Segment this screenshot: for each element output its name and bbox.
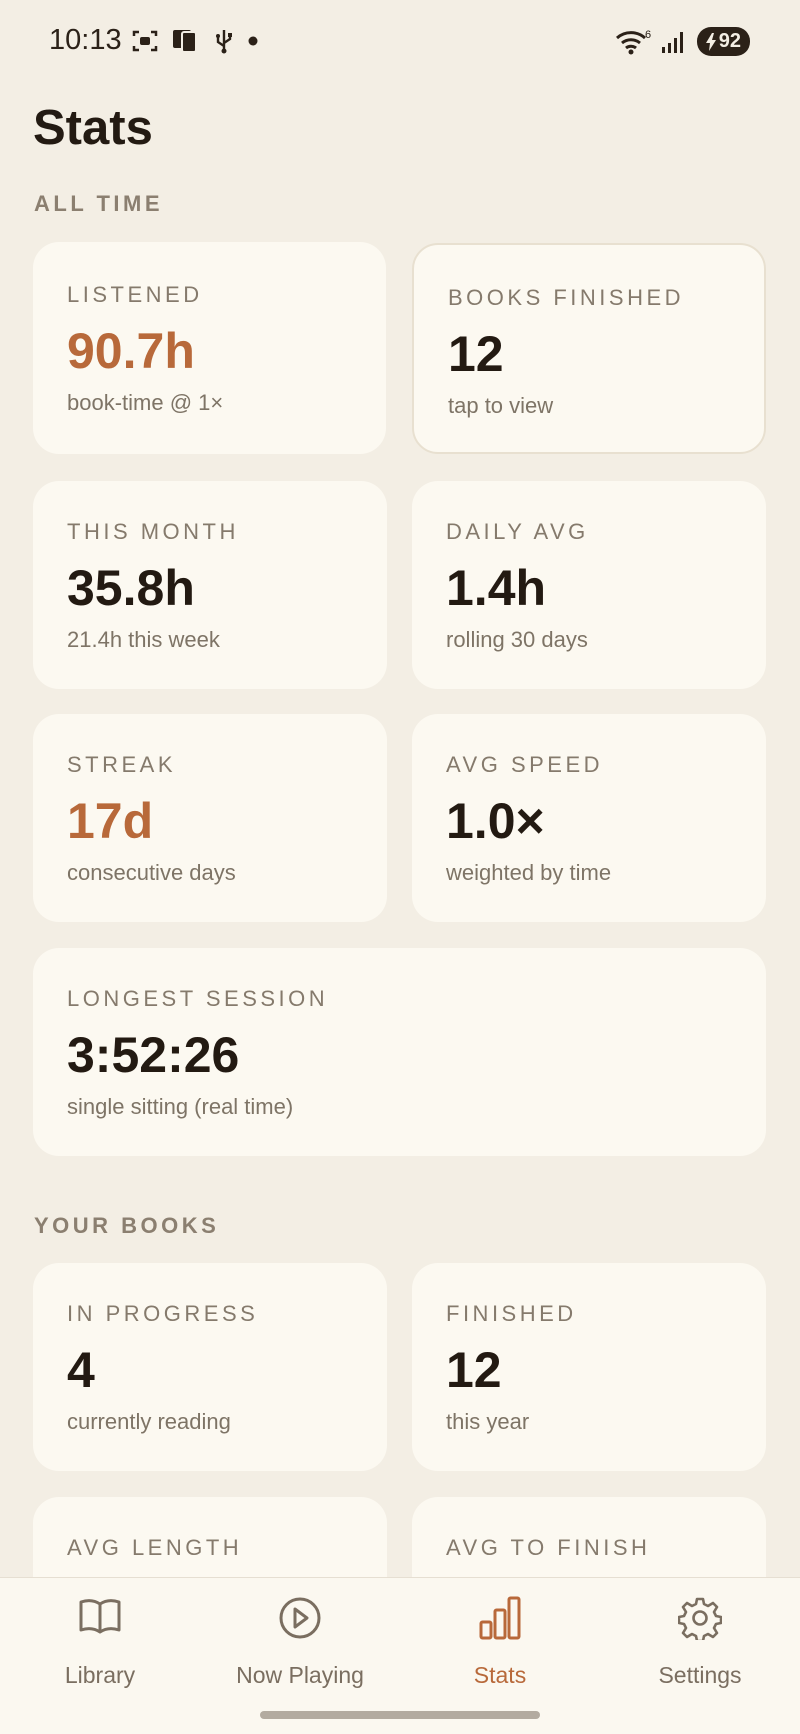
card-label: STREAK xyxy=(67,752,177,777)
card-label: AVG SPEED xyxy=(446,752,604,777)
usb-icon xyxy=(216,30,232,54)
card-subtitle: 21.4h this week xyxy=(67,627,220,652)
status-notification-icons xyxy=(132,28,258,54)
notification-dot-icon xyxy=(248,36,258,46)
nav-item-library[interactable]: Library xyxy=(0,1578,200,1698)
card-value: 1.4h xyxy=(446,560,547,616)
nav-label: Now Playing xyxy=(236,1662,364,1688)
card-value: 35.8h xyxy=(67,560,195,616)
page-title: Stats xyxy=(33,101,153,155)
card-label: IN PROGRESS xyxy=(67,1301,259,1326)
screenshot-icon xyxy=(132,30,158,52)
card-value: 4 xyxy=(67,1342,95,1398)
card-label: AVG TO FINISH xyxy=(446,1535,651,1560)
card-subtitle: book-time @ 1× xyxy=(67,390,224,415)
nav-item-stats[interactable]: Stats xyxy=(400,1578,600,1698)
card-value: 90.7h xyxy=(67,323,195,379)
wifi-icon: 6 xyxy=(615,29,651,54)
section-label-your-books: YOUR BOOKS xyxy=(34,1213,220,1238)
card-subtitle: consecutive days xyxy=(67,860,236,885)
battery-indicator: 92 xyxy=(696,27,750,56)
section-label-all-time: ALL TIME xyxy=(34,191,164,216)
card-value: 3:52:26 xyxy=(67,1027,240,1083)
card-value: 12 xyxy=(446,1342,502,1398)
stat-card-listened: LISTENED 90.7h book-time @ 1× xyxy=(33,242,386,454)
nav-label: Stats xyxy=(473,1662,527,1688)
charging-bolt-icon xyxy=(705,32,716,51)
nav-item-now-playing[interactable]: Now Playing xyxy=(200,1578,400,1698)
status-bar: 10:13 6 92 xyxy=(0,0,800,88)
nav-item-settings[interactable]: Settings xyxy=(600,1578,800,1698)
stat-card-longest-session: LONGEST SESSION 3:52:26 single sitting (… xyxy=(33,948,766,1156)
card-subtitle: this year xyxy=(446,1409,530,1434)
stat-card-in-progress: IN PROGRESS 4 currently reading xyxy=(33,1263,387,1471)
stat-card-finished: FINISHED 12 this year xyxy=(412,1263,766,1471)
phone-icon xyxy=(173,30,197,53)
card-value: 12 xyxy=(448,326,504,382)
play-circle-icon xyxy=(279,1597,321,1639)
card-subtitle: currently reading xyxy=(67,1409,231,1434)
card-subtitle: rolling 30 days xyxy=(446,627,588,652)
stat-card-streak: STREAK 17d consecutive days xyxy=(33,714,387,922)
stat-card-books-finished[interactable]: BOOKS FINISHED 12 tap to view xyxy=(412,243,766,454)
card-label: LONGEST SESSION xyxy=(67,986,329,1011)
nav-label: Library xyxy=(64,1662,136,1688)
card-label: BOOKS FINISHED xyxy=(448,285,685,310)
gear-icon xyxy=(678,1597,722,1640)
status-system-icons: 6 92 xyxy=(615,27,750,56)
stat-card-avg-speed: AVG SPEED 1.0× weighted by time xyxy=(412,714,766,922)
signal-icon xyxy=(661,31,683,53)
card-value: 17d xyxy=(67,793,154,849)
card-label: LISTENED xyxy=(67,282,203,307)
card-subtitle: tap to view xyxy=(448,393,554,418)
battery-level: 92 xyxy=(718,30,741,52)
status-time: 10:13 xyxy=(49,24,122,56)
stat-card-daily-avg: DAILY AVG 1.4h rolling 30 days xyxy=(412,481,766,689)
card-label: FINISHED xyxy=(446,1301,577,1326)
home-indicator[interactable] xyxy=(260,1711,540,1719)
card-subtitle: single sitting (real time) xyxy=(67,1094,294,1119)
book-icon xyxy=(79,1599,121,1634)
nav-label: Settings xyxy=(658,1662,742,1688)
card-label: DAILY AVG xyxy=(446,519,589,544)
card-label: THIS MONTH xyxy=(67,519,239,544)
bar-chart-icon xyxy=(479,1596,521,1640)
stat-card-this-month: THIS MONTH 35.8h 21.4h this week xyxy=(33,481,387,689)
card-label: AVG LENGTH xyxy=(67,1535,243,1560)
svg-text:6: 6 xyxy=(645,29,651,41)
card-subtitle: weighted by time xyxy=(446,860,612,885)
card-value: 1.0× xyxy=(446,793,545,849)
